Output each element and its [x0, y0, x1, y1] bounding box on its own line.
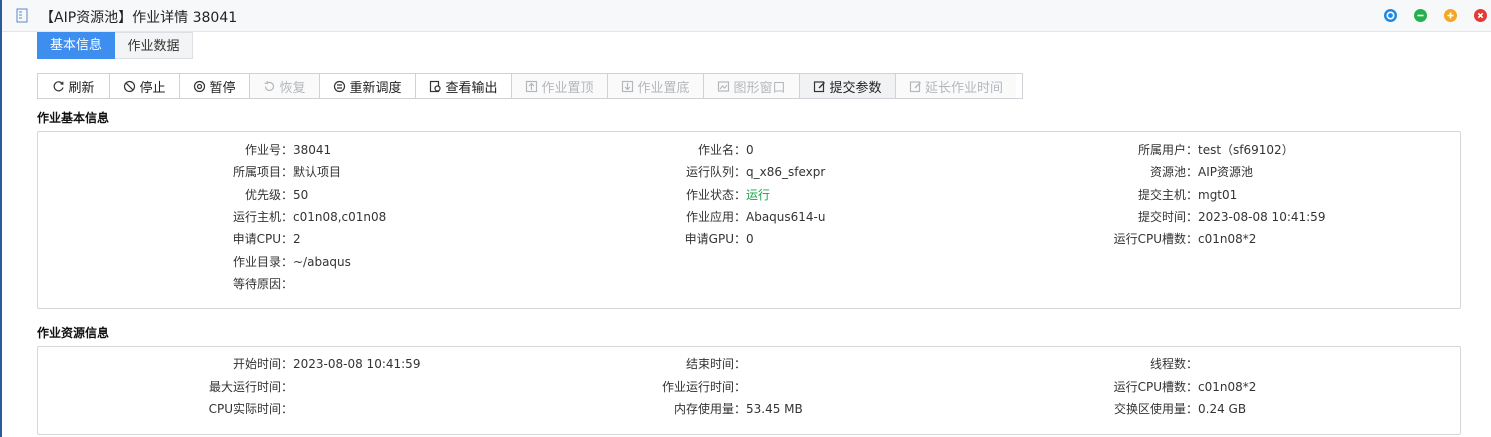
- move-bottom-button[interactable]: 作业置底: [608, 74, 704, 98]
- window-title: 【AIP资源池】作业详情 38041: [40, 10, 238, 26]
- field-label: 运行CPU槽数：: [1113, 380, 1198, 394]
- resource-info-panel: 开始时间： 2023-08-08 10:41:59 最大运行时间： CPU实际时间…: [37, 346, 1461, 435]
- field-value: mgt01: [1198, 188, 1238, 202]
- field-value: 0: [746, 232, 754, 246]
- refresh-label: 刷新: [68, 80, 95, 96]
- field-value: Abaqus614-u: [746, 210, 826, 224]
- field-label: 作业状态：: [685, 188, 746, 202]
- field-value: 默认项目: [293, 165, 342, 179]
- pause-button[interactable]: 暂停: [180, 74, 250, 98]
- field-label: 作业号：: [244, 143, 293, 157]
- field-value: AIP资源池: [1198, 165, 1253, 179]
- extend-time-label: 延长作业时间: [924, 80, 1003, 96]
- window-left-edge: [0, 0, 2, 437]
- view-output-button[interactable]: 查看输出: [416, 74, 512, 98]
- field-label: 最大运行时间：: [208, 380, 293, 394]
- field-label: 提交主机：: [1137, 188, 1198, 202]
- field-value: ~/abaqus: [293, 255, 351, 269]
- field-label: 作业名：: [697, 143, 746, 157]
- view-output-label: 查看输出: [445, 80, 498, 96]
- tab-job-data[interactable]: 作业数据: [115, 32, 193, 59]
- resume-label: 恢复: [279, 80, 306, 96]
- field-label: 运行CPU槽数：: [1113, 232, 1198, 246]
- field-label: 申请CPU：: [232, 232, 293, 246]
- field-label: 所属项目：: [232, 165, 293, 179]
- resume-button[interactable]: 恢复: [250, 74, 320, 98]
- field-label: 内存使用量：: [673, 402, 746, 416]
- extend-time-icon: [909, 80, 921, 92]
- window-minimize-icon[interactable]: [1414, 9, 1427, 22]
- field-value: 2023-08-08 10:41:59: [293, 357, 421, 371]
- field-value: 38041: [293, 143, 332, 157]
- field-value: test（sf69102）: [1198, 143, 1294, 157]
- refresh-icon: [54, 80, 65, 91]
- field-label: 作业运行时间：: [661, 380, 746, 394]
- field-value: q_x86_sfexpr: [746, 165, 826, 179]
- field-label: CPU实际时间：: [208, 402, 293, 416]
- field-label: 提交时间：: [1137, 210, 1198, 224]
- submit-params-button[interactable]: 提交参数: [800, 74, 896, 98]
- field-label: 优先级：: [244, 188, 293, 202]
- pause-label: 暂停: [209, 80, 236, 96]
- field-value: 0.24 GB: [1198, 402, 1247, 416]
- field-label: 运行主机：: [232, 210, 293, 224]
- graphic-window-label: 图形窗口: [733, 80, 786, 96]
- field-label: 等待原因：: [232, 277, 293, 291]
- tab-basic-info[interactable]: 基本信息: [37, 32, 115, 59]
- field-value: 0: [746, 143, 754, 157]
- graphic-window-icon: [718, 80, 730, 92]
- refresh-button[interactable]: 刷新: [38, 74, 110, 98]
- reschedule-label: 重新调度: [349, 80, 402, 96]
- field-value: 50: [293, 188, 309, 202]
- toolbar: 刷新 停止 暂停 恢复 重新调度 查看输出 作业置顶 作业置底 图形窗口 提交参…: [37, 73, 1023, 99]
- submit-params-label: 提交参数: [829, 80, 882, 96]
- stop-button[interactable]: 停止: [110, 74, 180, 98]
- field-value: 53.45 MB: [746, 402, 803, 416]
- basic-info-panel: 作业号： 38041 所属项目： 默认项目 优先级： 50 运行主机： c01n08,c…: [37, 131, 1461, 309]
- move-bottom-label: 作业置底: [637, 80, 690, 96]
- field-label: 资源池：: [1149, 165, 1198, 179]
- extend-time-button[interactable]: 延长作业时间: [896, 74, 1016, 98]
- reschedule-icon: [334, 80, 346, 92]
- field-value: c01n08*2: [1198, 232, 1257, 246]
- field-label: 线程数：: [1149, 357, 1198, 371]
- view-output-icon: [430, 80, 442, 92]
- status-badge: 运行: [746, 188, 771, 202]
- stop-icon: [124, 80, 136, 92]
- field-label: 所属用户：: [1137, 143, 1198, 157]
- field-label: 作业目录：: [232, 255, 293, 269]
- field-value: 2: [293, 232, 301, 246]
- reschedule-button[interactable]: 重新调度: [320, 74, 416, 98]
- field-label: 结束时间：: [685, 357, 746, 371]
- move-top-label: 作业置顶: [541, 80, 594, 96]
- field-label: 运行队列：: [685, 165, 746, 179]
- resume-icon: [265, 80, 275, 91]
- window-settings-icon[interactable]: [1384, 9, 1397, 22]
- pause-icon: [194, 80, 206, 92]
- stop-label: 停止: [139, 80, 166, 96]
- move-top-icon: [526, 80, 538, 92]
- window-maximize-icon[interactable]: [1444, 9, 1457, 22]
- move-bottom-icon: [622, 80, 634, 92]
- document-icon: [16, 8, 28, 23]
- field-value: c01n08,c01n08: [293, 210, 387, 224]
- window-titlebar: 【AIP资源池】作业详情 38041: [2, 0, 1491, 32]
- edit-params-icon: [814, 80, 826, 92]
- window-close-icon[interactable]: [1474, 9, 1487, 22]
- basic-info-section-title: 作业基本信息: [37, 111, 110, 125]
- move-top-button[interactable]: 作业置顶: [512, 74, 608, 98]
- field-label: 交换区使用量：: [1113, 402, 1198, 416]
- field-label: 作业应用：: [685, 210, 746, 224]
- graphic-window-button[interactable]: 图形窗口: [704, 74, 800, 98]
- field-label: 申请GPU：: [684, 232, 746, 246]
- resource-info-section-title: 作业资源信息: [37, 326, 110, 340]
- field-label: 开始时间：: [232, 357, 293, 371]
- field-value: 2023-08-08 10:41:59: [1198, 210, 1326, 224]
- field-value: c01n08*2: [1198, 380, 1257, 394]
